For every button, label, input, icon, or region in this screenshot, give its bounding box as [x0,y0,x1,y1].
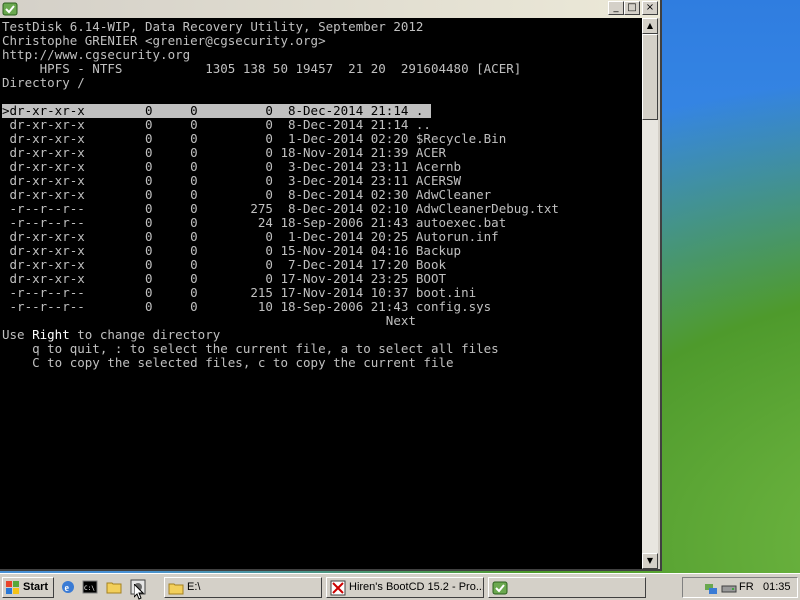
network-icon[interactable] [703,580,719,596]
file-row-text: -r--r--r-- 0 0 275 8-Dec-2014 02:10 AdwC… [2,201,559,216]
scroll-up-button[interactable]: ▲ [642,18,658,34]
help-key-right: Right [32,327,70,342]
vertical-scrollbar[interactable]: ▲ ▼ [642,18,658,569]
folder-icon [168,583,184,595]
file-row-text: dr-xr-xr-x 0 0 0 1-Dec-2014 02:20 $Recyc… [2,131,507,146]
file-row-text: dr-xr-xr-x 0 0 0 8-Dec-2014 02:30 AdwCle… [2,187,492,202]
language-indicator[interactable]: FR [739,581,754,593]
taskbar-item-testdisk[interactable] [488,577,646,598]
file-row-text: dr-xr-xr-x 0 0 0 7-Dec-2014 17:20 Book [2,257,447,272]
file-row[interactable]: -r--r--r-- 0 0 10 18-Sep-2006 21:43 conf… [2,300,559,314]
help-line-copy: C to copy the selected files, c to copy … [2,355,454,370]
internet-explorer-icon[interactable]: e [60,579,76,595]
file-row[interactable]: -r--r--r-- 0 0 275 8-Dec-2014 02:10 AdwC… [2,202,559,216]
help-suffix: to change directory [69,327,221,342]
file-row-text: dr-xr-xr-x 0 0 0 3-Dec-2014 23:11 ACERSW [2,173,462,188]
maximize-button[interactable]: □ [624,1,640,15]
next-page-label: Next [2,313,416,328]
minimize-button[interactable]: _ [608,1,624,15]
help-line-quit: q to quit, : to select the current file,… [2,341,499,356]
taskbar: Start e C:\ E:\ Hiren's BootCD 15.2 - Pr… [0,573,800,600]
file-row[interactable]: -r--r--r-- 0 0 24 18-Sep-2006 21:43 auto… [2,216,559,230]
scroll-down-button[interactable]: ▼ [642,553,658,569]
clock[interactable]: 01:35 [763,581,791,593]
taskbar-item-label: E:\ [187,581,201,593]
file-row-text: dr-xr-xr-x 0 0 0 3-Dec-2014 23:11 Acernb [2,159,462,174]
scroll-thumb[interactable] [642,34,658,120]
explorer-folder-icon[interactable] [106,579,122,595]
terminal-header-line: Christophe GRENIER <grenier@cgsecurity.o… [2,33,326,48]
help-line-directory: Use Right to change directory [2,328,559,342]
taskbar-item-label: Hiren's BootCD 15.2 - Pro... [349,581,484,593]
terminal-output: TestDisk 6.14-WIP, Data Recovery Utility… [2,20,559,370]
file-row-selected[interactable]: >dr-xr-xr-x 0 0 0 8-Dec-2014 21:14 . [2,104,559,118]
file-row[interactable]: dr-xr-xr-x 0 0 0 1-Dec-2014 02:20 $Recyc… [2,132,559,146]
terminal-header-line: Directory / [2,75,85,90]
file-row-text: -r--r--r-- 0 0 10 18-Sep-2006 21:43 conf… [2,299,492,314]
svg-text:C:\: C:\ [84,585,95,592]
file-row-text: -r--r--r-- 0 0 24 18-Sep-2006 21:43 auto… [2,215,507,230]
file-row[interactable]: dr-xr-xr-x 0 0 0 18-Nov-2014 21:39 ACER [2,146,559,160]
file-row[interactable]: dr-xr-xr-x 0 0 0 17-Nov-2014 23:25 BOOT [2,272,559,286]
mouse-cursor-icon [134,584,145,600]
windows-logo-icon [6,581,19,594]
file-row[interactable]: dr-xr-xr-x 0 0 0 8-Dec-2014 21:14 .. [2,118,559,132]
terminal-screen[interactable]: TestDisk 6.14-WIP, Data Recovery Utility… [0,18,642,569]
file-row[interactable]: dr-xr-xr-x 0 0 0 15-Nov-2014 04:16 Backu… [2,244,559,258]
system-tray: FR 01:35 [682,577,798,598]
start-label: Start [23,581,49,593]
terminal-header-line: TestDisk 6.14-WIP, Data Recovery Utility… [2,19,424,34]
file-row-text: dr-xr-xr-x 0 0 0 17-Nov-2014 23:25 BOOT [2,271,447,286]
file-row[interactable]: dr-xr-xr-x 0 0 0 7-Dec-2014 17:20 Book [2,258,559,272]
terminal-header-line: HPFS - NTFS 1305 138 50 19457 21 20 2916… [2,61,522,76]
file-row-text: dr-xr-xr-x 0 0 0 15-Nov-2014 04:16 Backu… [2,243,462,258]
start-button[interactable]: Start [2,577,54,598]
file-row[interactable]: -r--r--r-- 0 0 215 17-Nov-2014 10:37 boo… [2,286,559,300]
taskbar-item-explorer[interactable]: E:\ [164,577,322,598]
file-row-text: -r--r--r-- 0 0 215 17-Nov-2014 10:37 boo… [2,285,477,300]
testdisk-app-icon [492,581,508,595]
testdisk-console-window[interactable]: _ □ × TestDisk 6.14-WIP, Data Recovery U… [0,0,662,571]
file-row[interactable]: dr-xr-xr-x 0 0 0 3-Dec-2014 23:11 ACERSW [2,174,559,188]
window-titlebar[interactable]: _ □ × [0,0,660,18]
file-row-text: >dr-xr-xr-x 0 0 0 8-Dec-2014 21:14 . [2,103,431,118]
help-prefix: Use [2,327,33,342]
file-row[interactable]: dr-xr-xr-x 0 0 0 3-Dec-2014 23:11 Acernb [2,160,559,174]
file-row-text: dr-xr-xr-x 0 0 0 18-Nov-2014 21:39 ACER [2,145,447,160]
terminal-header-line: http://www.cgsecurity.org [2,47,191,62]
testdisk-app-icon [2,2,18,16]
drive-icon[interactable] [721,580,737,596]
taskbar-item-hirens[interactable]: Hiren's BootCD 15.2 - Pro... [326,577,484,598]
file-row-text: dr-xr-xr-x 0 0 0 8-Dec-2014 21:14 .. [2,117,431,132]
file-row[interactable]: dr-xr-xr-x 0 0 0 1-Dec-2014 20:25 Autoru… [2,230,559,244]
file-row[interactable]: dr-xr-xr-x 0 0 0 8-Dec-2014 02:30 AdwCle… [2,188,559,202]
command-prompt-icon[interactable]: C:\ [82,579,98,595]
hirens-app-icon [330,580,346,596]
close-button[interactable]: × [642,1,658,15]
svg-text:e: e [65,583,70,594]
file-row-text: dr-xr-xr-x 0 0 0 1-Dec-2014 20:25 Autoru… [2,229,499,244]
